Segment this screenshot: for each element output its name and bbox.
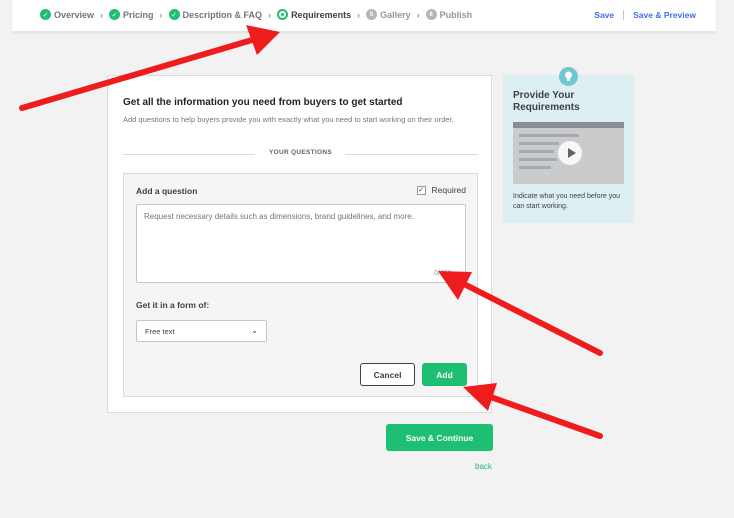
step-publish[interactable]: 6 Publish [425, 9, 473, 20]
video-thumb-line [519, 166, 551, 169]
play-icon[interactable] [558, 141, 582, 165]
lightbulb-icon [559, 67, 578, 86]
step-overview[interactable]: ✓ Overview [40, 9, 94, 20]
step-pricing[interactable]: ✓ Pricing [109, 9, 154, 20]
check-circle-icon: ✓ [168, 9, 180, 20]
step-label: Description & FAQ [182, 9, 263, 20]
save-preview-link[interactable]: Save & Preview [633, 10, 696, 20]
tip-video-thumbnail[interactable] [513, 122, 624, 184]
chevron-down-icon: ⌄ [251, 326, 258, 335]
step-description-faq[interactable]: ✓ Description & FAQ [168, 9, 263, 20]
video-thumb-line [519, 142, 559, 145]
card-title: Get all the information you need from bu… [123, 97, 403, 108]
video-thumb-line [519, 150, 554, 153]
step-number-badge: 6 [425, 9, 437, 20]
requirements-card: Get all the information you need from bu… [107, 75, 492, 413]
step-navigation-bar: ✓ Overview › ✓ Pricing › ✓ Description &… [12, 0, 716, 32]
step-label: Publish [439, 9, 473, 20]
question-editor: Add a question ✓ Required 0/450 Get it i… [123, 173, 478, 397]
top-actions: Save Save & Preview [594, 10, 696, 20]
check-circle-icon: ✓ [109, 9, 121, 20]
tip-title: Provide Your Requirements [513, 90, 580, 113]
tip-panel: Provide Your Requirements Indicate what … [503, 67, 634, 223]
answer-type-value: Free text [145, 327, 175, 336]
step-label: Pricing [123, 9, 154, 20]
chevron-right-icon: › [159, 9, 163, 20]
character-counter: 0/450 [434, 270, 452, 277]
step-requirements[interactable]: Requirements [277, 9, 351, 20]
required-toggle[interactable]: ✓ Required [416, 185, 467, 195]
video-thumb-line [519, 134, 579, 137]
chevron-right-icon: › [268, 9, 272, 20]
answer-type-label: Get it in a form of: [136, 300, 210, 310]
step-number-badge: 5 [366, 9, 378, 20]
tip-text: Indicate what you need before you can st… [513, 193, 621, 210]
chevron-right-icon: › [416, 9, 420, 20]
required-label: Required [431, 185, 467, 195]
step-label: Overview [54, 9, 95, 20]
location-pin-icon [277, 9, 289, 20]
check-circle-icon: ✓ [40, 9, 51, 20]
add-button[interactable]: Add [422, 363, 467, 386]
back-link[interactable]: back [475, 462, 492, 471]
divider-line-right [345, 154, 478, 155]
question-input[interactable] [136, 204, 466, 283]
divider [623, 10, 625, 20]
save-continue-button[interactable]: Save & Continue [386, 424, 493, 451]
chevron-right-icon: › [100, 9, 104, 20]
step-gallery[interactable]: 5 Gallery [366, 9, 411, 20]
answer-type-select[interactable]: Free text ⌄ [136, 320, 267, 342]
section-divider: YOUR QUESTIONS [123, 149, 478, 159]
step-list: ✓ Overview › ✓ Pricing › ✓ Description &… [40, 9, 472, 20]
card-subtitle: Add questions to help buyers provide you… [123, 115, 454, 124]
add-question-label: Add a question [136, 186, 198, 196]
video-thumb-toolbar [513, 122, 624, 128]
chevron-right-icon: › [357, 9, 361, 20]
cancel-button[interactable]: Cancel [360, 363, 415, 386]
step-label: Gallery [380, 9, 411, 20]
save-link[interactable]: Save [594, 10, 614, 20]
step-label: Requirements [291, 9, 352, 20]
required-checkbox[interactable]: ✓ [416, 185, 426, 195]
video-thumb-line [519, 158, 557, 161]
